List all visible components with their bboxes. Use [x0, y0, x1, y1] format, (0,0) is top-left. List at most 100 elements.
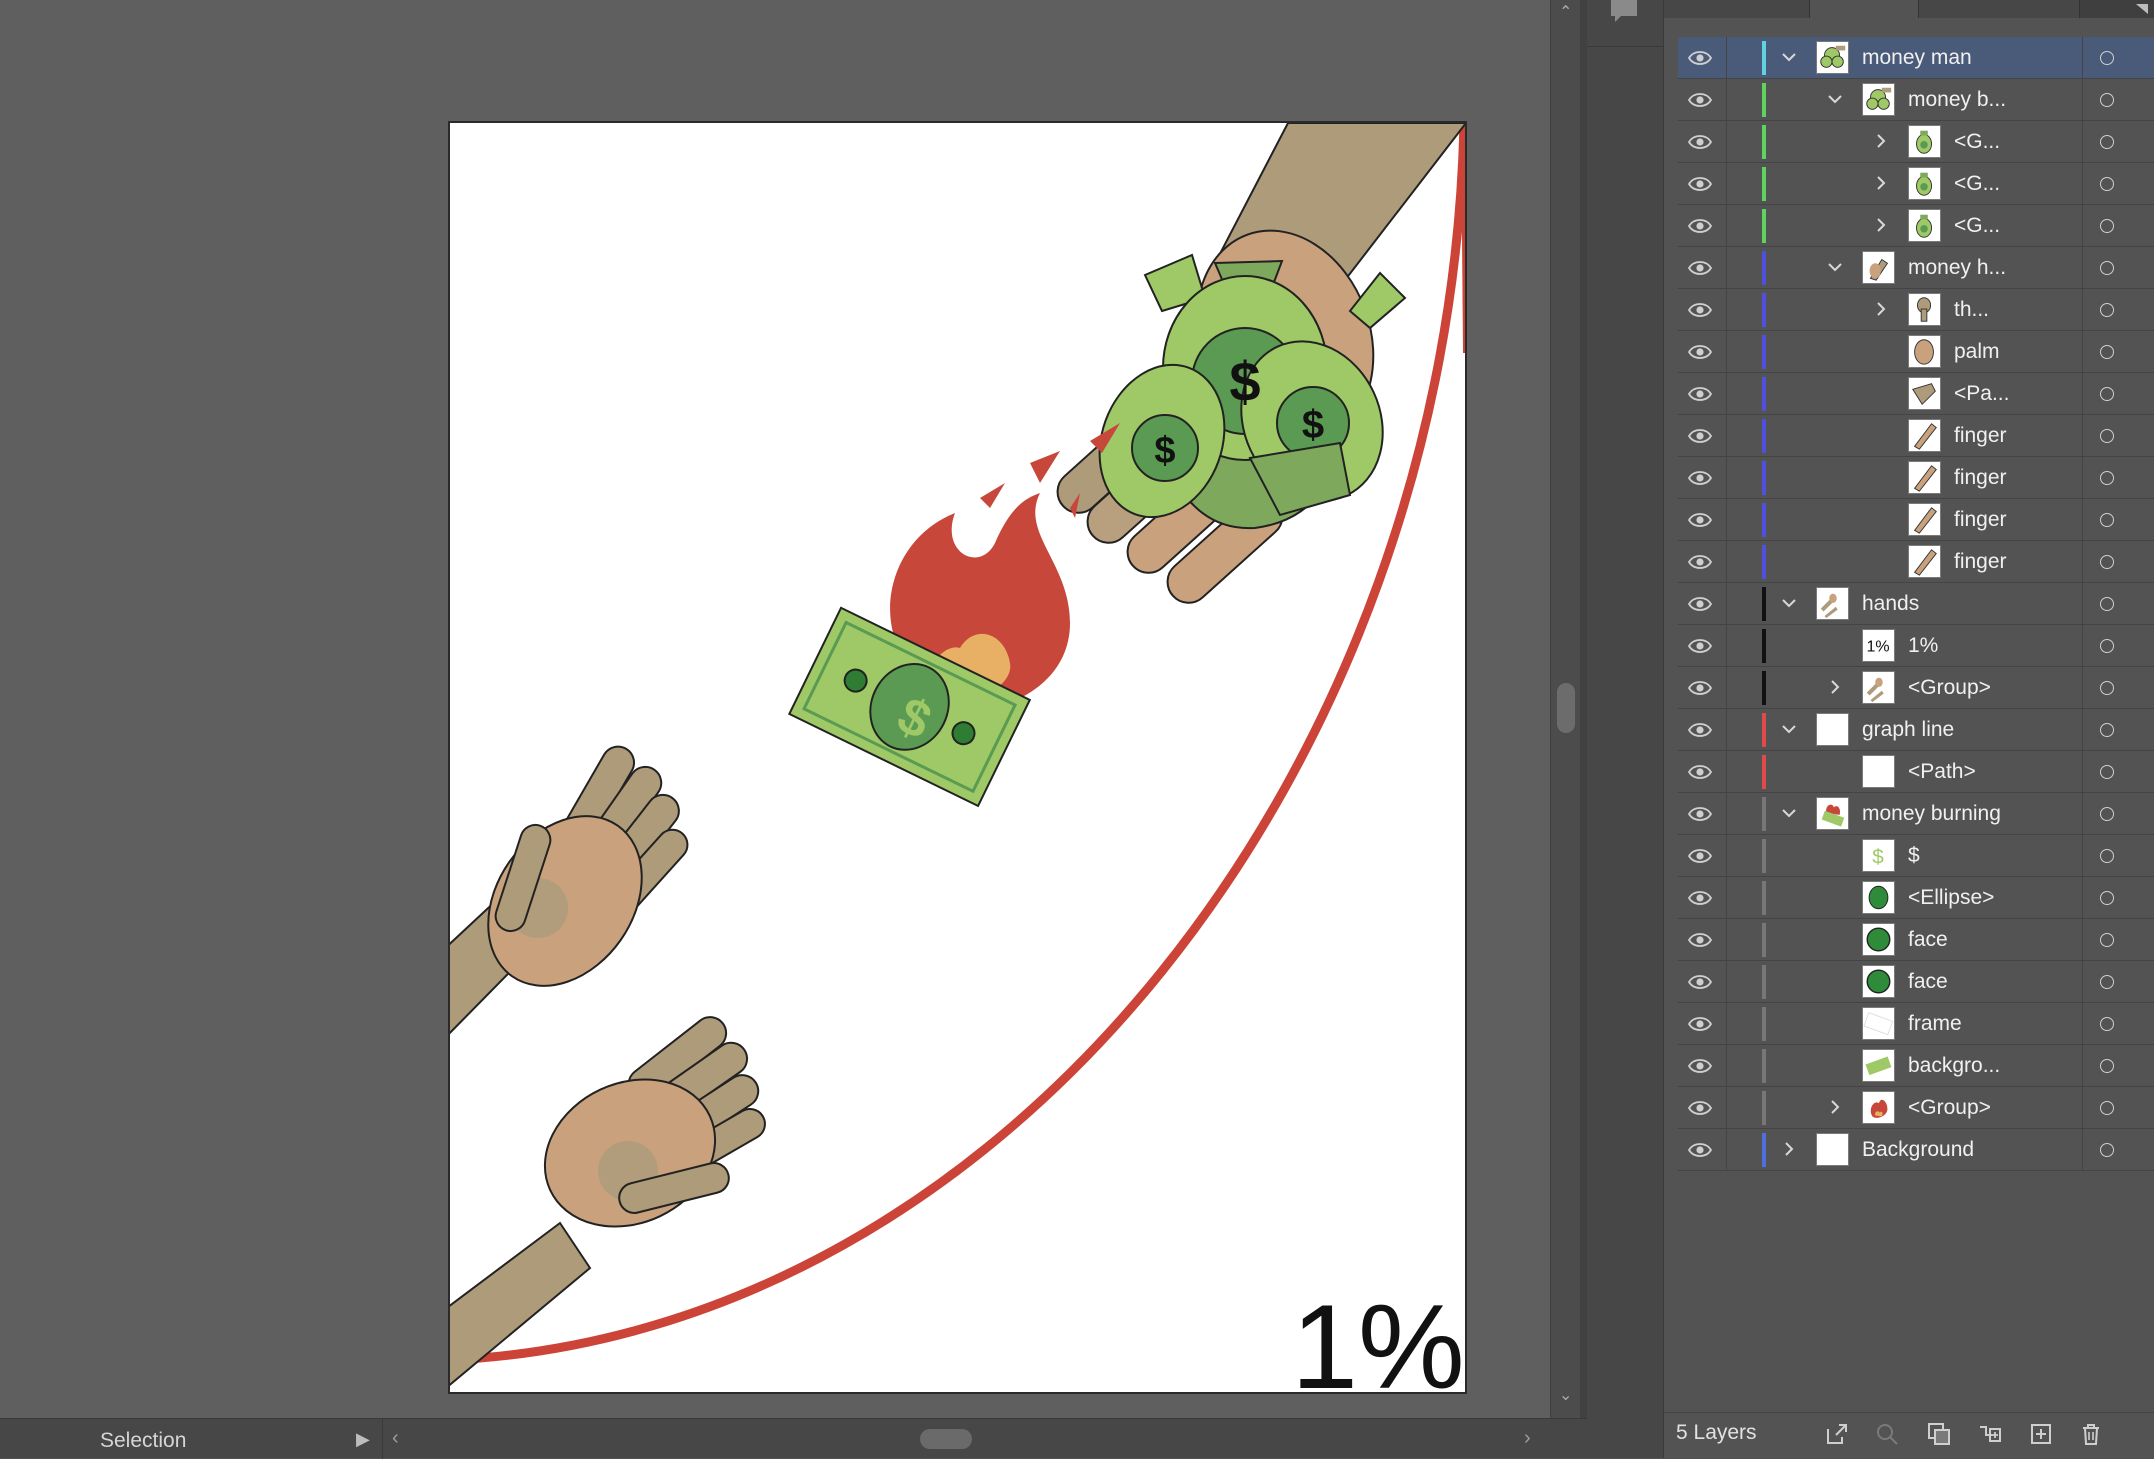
chevron-right-icon[interactable]: [1826, 1095, 1844, 1119]
target-circle-icon[interactable]: [2100, 471, 2114, 485]
target-circle-icon[interactable]: [2100, 555, 2114, 569]
layer-row[interactable]: finger: [1678, 499, 2154, 541]
chevron-right-icon[interactable]: [1826, 675, 1844, 699]
layer-row[interactable]: <G...: [1678, 205, 2154, 247]
target-circle-icon[interactable]: [2100, 387, 2114, 401]
layer-row[interactable]: $ $: [1678, 835, 2154, 877]
layer-row[interactable]: <G...: [1678, 163, 2154, 205]
chevron-down-icon[interactable]: [1780, 591, 1798, 615]
layer-name[interactable]: backgro...: [1908, 1054, 2000, 1078]
scroll-right-icon[interactable]: ›: [1524, 1427, 1531, 1450]
eye-icon[interactable]: [1687, 174, 1713, 194]
layer-name[interactable]: <G...: [1954, 130, 2000, 154]
layer-row[interactable]: finger: [1678, 415, 2154, 457]
layer-name[interactable]: money man: [1862, 46, 1972, 70]
eye-icon[interactable]: [1687, 216, 1713, 236]
target-circle-icon[interactable]: [2100, 345, 2114, 359]
eye-icon[interactable]: [1687, 426, 1713, 446]
target-circle-icon[interactable]: [2100, 219, 2114, 233]
eye-icon[interactable]: [1687, 552, 1713, 572]
chevron-down-icon[interactable]: [1780, 45, 1798, 69]
current-tool-label[interactable]: Selection: [100, 1429, 186, 1453]
layer-name[interactable]: <G...: [1954, 214, 2000, 238]
target-circle-icon[interactable]: [2100, 1143, 2114, 1157]
status-menu-arrow-icon[interactable]: ▶: [356, 1429, 370, 1450]
target-circle-icon[interactable]: [2100, 765, 2114, 779]
scroll-left-icon[interactable]: ‹: [392, 1427, 399, 1450]
target-circle-icon[interactable]: [2100, 513, 2114, 527]
layer-row[interactable]: <Group>: [1678, 1087, 2154, 1129]
chevron-down-icon[interactable]: [1780, 717, 1798, 741]
chevron-right-icon[interactable]: [1872, 129, 1890, 153]
target-circle-icon[interactable]: [2100, 975, 2114, 989]
vertical-scrollbar[interactable]: ⌃ ⌄: [1550, 0, 1580, 1418]
layer-row[interactable]: hands: [1678, 583, 2154, 625]
layer-row[interactable]: backgro...: [1678, 1045, 2154, 1087]
chevron-down-icon[interactable]: [1826, 255, 1844, 279]
eye-icon[interactable]: [1687, 804, 1713, 824]
layer-row[interactable]: <Group>: [1678, 667, 2154, 709]
layer-name[interactable]: Background: [1862, 1138, 1974, 1162]
panel-tab[interactable]: [1919, 0, 2080, 18]
eye-icon[interactable]: [1687, 384, 1713, 404]
layer-name[interactable]: <Group>: [1908, 676, 1991, 700]
scroll-up-icon[interactable]: ⌃: [1559, 2, 1572, 22]
target-circle-icon[interactable]: [2100, 1101, 2114, 1115]
eye-icon[interactable]: [1687, 90, 1713, 110]
new-layer-icon[interactable]: [2028, 1421, 2054, 1447]
vertical-scroll-thumb[interactable]: [1557, 683, 1575, 733]
layer-row[interactable]: money burning: [1678, 793, 2154, 835]
layer-name[interactable]: finger: [1954, 466, 2007, 490]
eye-icon[interactable]: [1687, 342, 1713, 362]
target-circle-icon[interactable]: [2100, 933, 2114, 947]
layer-row[interactable]: frame: [1678, 1003, 2154, 1045]
new-sublayer-icon[interactable]: [1976, 1421, 2002, 1447]
target-circle-icon[interactable]: [2100, 597, 2114, 611]
panel-tab[interactable]: [1664, 0, 1810, 18]
chevron-right-icon[interactable]: [1872, 213, 1890, 237]
target-circle-icon[interactable]: [2100, 807, 2114, 821]
layer-name[interactable]: money h...: [1908, 256, 2006, 280]
layer-name[interactable]: <Path>: [1908, 760, 1976, 784]
layer-name[interactable]: money burning: [1862, 802, 2001, 826]
chevron-right-icon[interactable]: [1872, 297, 1890, 321]
target-circle-icon[interactable]: [2100, 303, 2114, 317]
target-circle-icon[interactable]: [2100, 723, 2114, 737]
layer-name[interactable]: <G...: [1954, 172, 2000, 196]
layer-name[interactable]: <Pa...: [1954, 382, 2009, 406]
search-icon[interactable]: [1874, 1421, 1900, 1447]
export-icon[interactable]: [1824, 1421, 1850, 1447]
layer-row[interactable]: th...: [1678, 289, 2154, 331]
layer-row[interactable]: money man: [1678, 37, 2154, 79]
layer-name[interactable]: money b...: [1908, 88, 2006, 112]
tab-layers[interactable]: [1810, 0, 1919, 18]
target-circle-icon[interactable]: [2100, 849, 2114, 863]
target-circle-icon[interactable]: [2100, 177, 2114, 191]
layer-name[interactable]: frame: [1908, 1012, 1962, 1036]
layer-row[interactable]: finger: [1678, 541, 2154, 583]
target-circle-icon[interactable]: [2100, 1059, 2114, 1073]
layer-row[interactable]: graph line: [1678, 709, 2154, 751]
layer-row[interactable]: <Pa...: [1678, 373, 2154, 415]
target-circle-icon[interactable]: [2100, 261, 2114, 275]
chevron-right-icon[interactable]: [1780, 1137, 1798, 1161]
eye-icon[interactable]: [1687, 720, 1713, 740]
layer-row[interactable]: palm: [1678, 331, 2154, 373]
eye-icon[interactable]: [1687, 48, 1713, 68]
document-canvas[interactable]: $ $ $ $ 1%: [0, 0, 1550, 1418]
eye-icon[interactable]: [1687, 888, 1713, 908]
chevron-right-icon[interactable]: [1872, 171, 1890, 195]
layer-name[interactable]: <Group>: [1908, 1096, 1991, 1120]
chevron-down-icon[interactable]: [1780, 801, 1798, 825]
layer-name[interactable]: face: [1908, 928, 1948, 952]
eye-icon[interactable]: [1687, 1014, 1713, 1034]
target-circle-icon[interactable]: [2100, 429, 2114, 443]
layer-name[interactable]: $: [1908, 844, 1920, 868]
layer-name[interactable]: finger: [1954, 508, 2007, 532]
layer-name[interactable]: th...: [1954, 298, 1989, 322]
target-circle-icon[interactable]: [2100, 93, 2114, 107]
eye-icon[interactable]: [1687, 1140, 1713, 1160]
clipping-mask-icon[interactable]: [1926, 1421, 1952, 1447]
target-circle-icon[interactable]: [2100, 681, 2114, 695]
layer-row[interactable]: face: [1678, 961, 2154, 1003]
